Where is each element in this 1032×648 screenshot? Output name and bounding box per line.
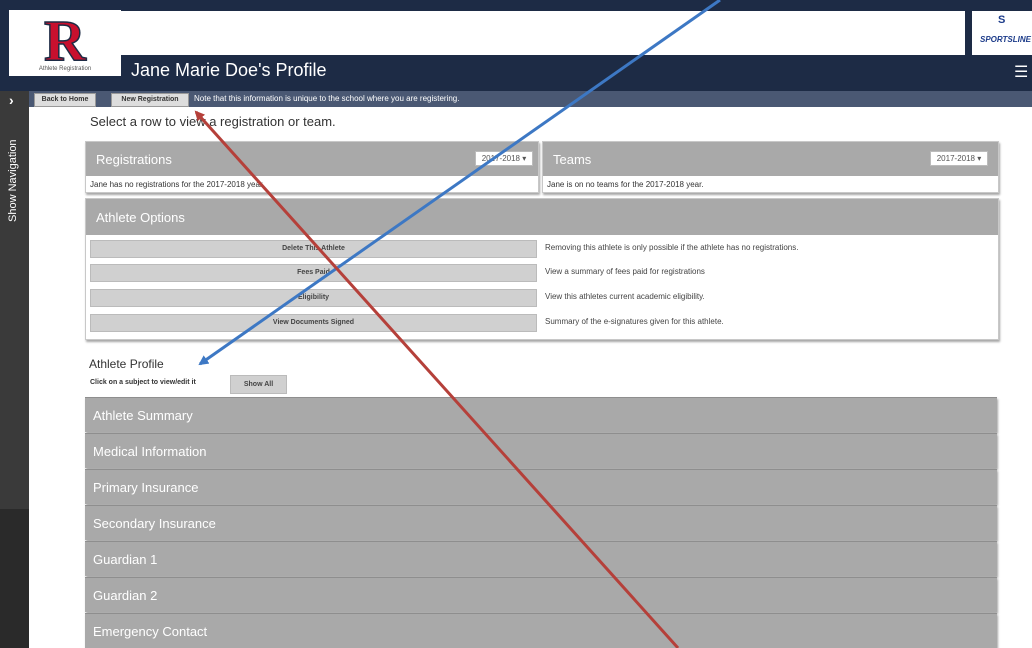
- section-secondary-insurance[interactable]: Secondary Insurance: [85, 505, 997, 540]
- view-documents-signed-button[interactable]: View Documents Signed: [90, 314, 537, 332]
- eligibility-description: View this athletes current academic elig…: [545, 292, 705, 301]
- fees-paid-description: View a summary of fees paid for registra…: [545, 267, 705, 276]
- section-athlete-summary[interactable]: Athlete Summary: [85, 397, 997, 432]
- athlete-profile-heading: Athlete Profile: [89, 357, 164, 371]
- section-primary-insurance[interactable]: Primary Insurance: [85, 469, 997, 504]
- section-label: Guardian 1: [93, 552, 158, 567]
- section-label: Athlete Summary: [93, 408, 193, 423]
- registrations-year-select[interactable]: 2017-2018 ▾: [475, 151, 533, 166]
- show-all-button[interactable]: Show All: [230, 375, 287, 394]
- hamburger-menu-icon[interactable]: ☰: [1014, 62, 1028, 82]
- new-registration-button[interactable]: New Registration: [111, 93, 189, 107]
- teams-year-value: 2017-2018: [936, 154, 975, 163]
- section-label: Medical Information: [93, 444, 207, 459]
- svg-text:R: R: [44, 10, 87, 66]
- registrations-header: Registrations 2017-2018 ▾: [86, 142, 538, 176]
- logo-caption: Athlete Registration: [38, 66, 92, 72]
- page-title: Jane Marie Doe's Profile: [131, 60, 327, 80]
- section-guardian-2[interactable]: Guardian 2: [85, 577, 997, 612]
- back-to-home-button[interactable]: Back to Home: [34, 93, 96, 107]
- registrations-title: Registrations: [96, 152, 172, 167]
- registrations-panel: Registrations 2017-2018 ▾ Jane has no re…: [85, 141, 539, 193]
- teams-title: Teams: [553, 152, 592, 167]
- section-emergency-contact[interactable]: Emergency Contact: [85, 613, 997, 648]
- teams-header: Teams 2017-2018 ▾: [543, 142, 998, 176]
- athlete-options-panel: Athlete Options Delete This Athlete Remo…: [85, 198, 999, 340]
- registrations-year-value: 2017-2018: [481, 154, 520, 163]
- section-label: Primary Insurance: [93, 480, 199, 495]
- dropdown-caret-icon: ▾: [977, 154, 982, 163]
- teams-year-select[interactable]: 2017-2018 ▾: [930, 151, 988, 166]
- show-navigation-toggle[interactable]: Show Navigation: [7, 112, 21, 222]
- header-banner: [121, 11, 965, 55]
- toolbar-note: Note that this information is unique to …: [194, 94, 460, 103]
- teams-panel: Teams 2017-2018 ▾ Jane is on no teams fo…: [542, 141, 999, 193]
- section-guardian-1[interactable]: Guardian 1: [85, 541, 997, 576]
- athlete-options-title: Athlete Options: [96, 210, 185, 225]
- select-row-prompt: Select a row to view a registration or t…: [90, 114, 336, 129]
- section-label: Secondary Insurance: [93, 516, 216, 531]
- athlete-options-header: Athlete Options: [86, 199, 998, 235]
- eligibility-button[interactable]: Eligibility: [90, 289, 537, 307]
- r-logo-icon: R: [43, 10, 88, 66]
- teams-empty-text: Jane is on no teams for the 2017-2018 ye…: [547, 180, 704, 189]
- athlete-profile-hint: Click on a subject to view/edit it: [90, 379, 196, 386]
- side-navigation-lower: [0, 509, 29, 648]
- dropdown-caret-icon: ▾: [522, 154, 527, 163]
- chevron-right-icon[interactable]: ›: [9, 92, 14, 108]
- view-documents-signed-description: Summary of the e-signatures given for th…: [545, 317, 724, 326]
- sponsor-name: SPORTSLINE: [980, 35, 1031, 44]
- delete-athlete-description: Removing this athlete is only possible i…: [545, 243, 799, 252]
- sponsor-glyph: S: [998, 14, 1006, 26]
- section-label: Emergency Contact: [93, 624, 208, 639]
- section-medical-information[interactable]: Medical Information: [85, 433, 997, 468]
- delete-athlete-button[interactable]: Delete This Athlete: [90, 240, 537, 258]
- sponsor-logo: S SPORTSLINE: [972, 11, 1032, 55]
- registrations-empty-text: Jane has no registrations for the 2017-2…: [90, 180, 265, 189]
- section-label: Guardian 2: [93, 588, 158, 603]
- school-logo[interactable]: R Athlete Registration: [9, 10, 121, 76]
- fees-paid-button[interactable]: Fees Paid: [90, 264, 537, 282]
